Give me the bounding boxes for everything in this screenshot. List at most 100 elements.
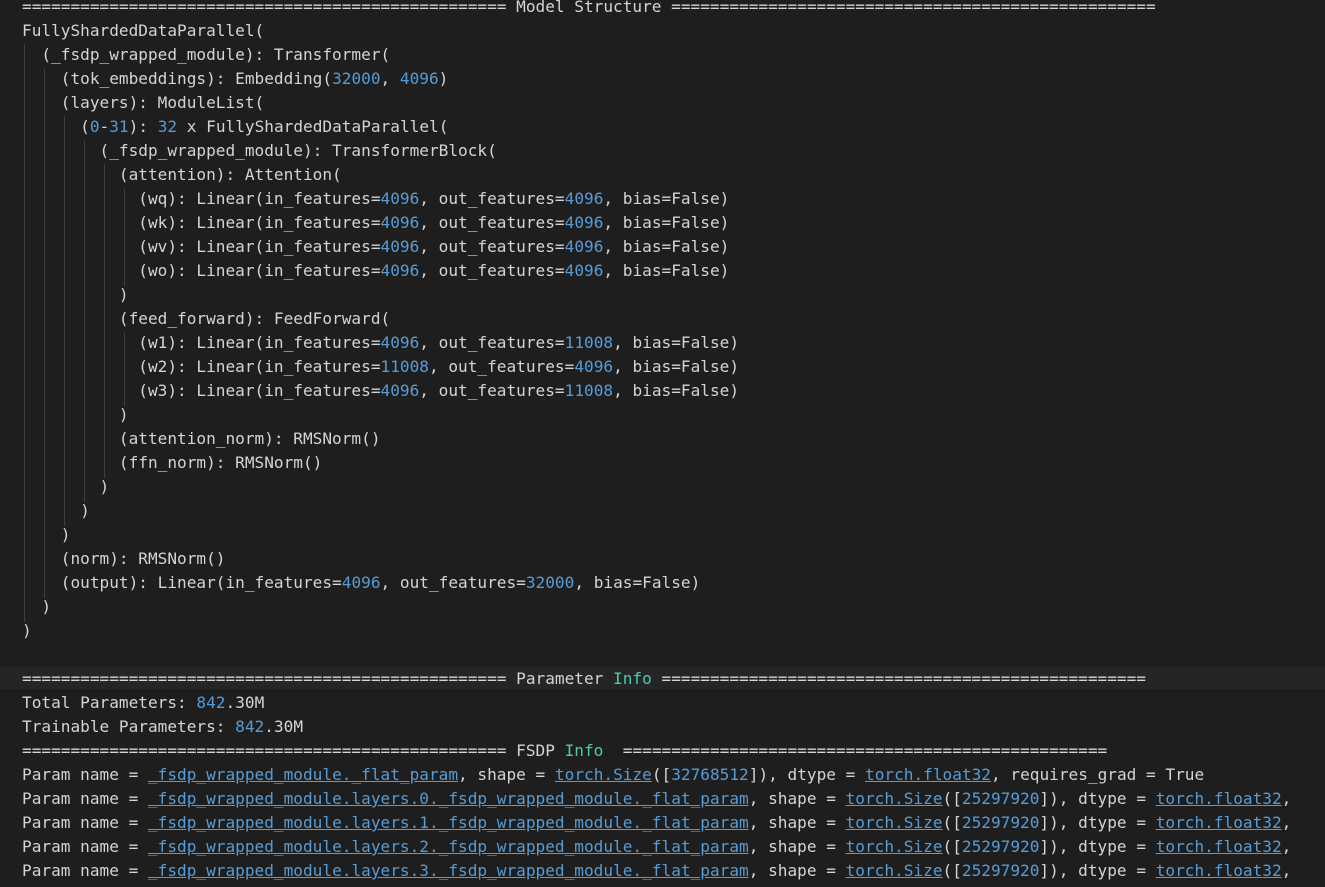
link-text[interactable]: torch.float32 bbox=[1156, 813, 1282, 832]
link-text[interactable]: _fsdp_wrapped_module.layers.2._fsdp_wrap… bbox=[148, 837, 749, 856]
text-token: , out_features= bbox=[419, 333, 565, 352]
number-token: 4096 bbox=[380, 213, 420, 232]
text-token: (w3): Linear(in_features= bbox=[22, 381, 381, 400]
text-token: , bias=False) bbox=[603, 261, 730, 280]
number-token: 4096 bbox=[380, 261, 420, 280]
text-token: , out_features= bbox=[419, 381, 565, 400]
link-text[interactable]: torch.Size bbox=[846, 789, 943, 808]
text-token: ========================================… bbox=[22, 0, 1156, 16]
text-token: (_fsdp_wrapped_module): TransformerBlock… bbox=[22, 141, 497, 160]
output-line: (output): Linear(in_features=4096, out_f… bbox=[22, 571, 701, 595]
link-text[interactable]: torch.float32 bbox=[865, 765, 991, 784]
link-text[interactable]: _fsdp_wrapped_module._flat_param bbox=[148, 765, 458, 784]
text-token: (layers): ModuleList( bbox=[22, 93, 265, 112]
terminal-output: ========================================… bbox=[0, 0, 1325, 887]
text-token: , bias=False) bbox=[613, 381, 740, 400]
link-text[interactable]: torch.float32 bbox=[1156, 837, 1282, 856]
output-line: (attention): Attention( bbox=[22, 163, 342, 187]
number-token: 4096 bbox=[399, 69, 439, 88]
output-line: (w1): Linear(in_features=4096, out_featu… bbox=[22, 331, 739, 355]
text-token: (output): Linear(in_features= bbox=[22, 573, 342, 592]
text-token: , bbox=[380, 69, 400, 88]
text-token: (wv): Linear(in_features= bbox=[22, 237, 381, 256]
text-token: , bias=False) bbox=[613, 333, 740, 352]
link-text[interactable]: torch.Size bbox=[846, 837, 943, 856]
output-line: Param name = _fsdp_wrapped_module._flat_… bbox=[22, 763, 1204, 787]
text-token: Info bbox=[613, 669, 652, 688]
text-token: , bbox=[1281, 789, 1292, 808]
text-token: ([ bbox=[651, 765, 672, 784]
text-token: ========================================… bbox=[22, 741, 565, 760]
text-token: (wk): Linear(in_features= bbox=[22, 213, 381, 232]
number-token: 11008 bbox=[564, 381, 614, 400]
output-line: (feed_forward): FeedForward( bbox=[22, 307, 390, 331]
text-token: ]), dtype = bbox=[1039, 861, 1156, 880]
output-line: (wk): Linear(in_features=4096, out_featu… bbox=[22, 211, 729, 235]
text-token: , shape = bbox=[748, 861, 846, 880]
output-line: ) bbox=[22, 595, 51, 619]
number-token: 0 bbox=[89, 117, 100, 136]
link-text[interactable]: _fsdp_wrapped_module.layers.3._fsdp_wrap… bbox=[148, 861, 749, 880]
number-token: 25297920 bbox=[961, 789, 1040, 808]
text-token: Param name = bbox=[22, 837, 148, 856]
text-token: ]), dtype = bbox=[1039, 789, 1156, 808]
text-token: (_fsdp_wrapped_module): Transformer( bbox=[22, 45, 391, 64]
link-text[interactable]: torch.float32 bbox=[1156, 861, 1282, 880]
text-token: (w2): Linear(in_features= bbox=[22, 357, 381, 376]
text-token: FullyShardedDataParallel( bbox=[22, 21, 265, 40]
number-token: 4096 bbox=[341, 573, 381, 592]
text-token: ) bbox=[22, 501, 90, 520]
number-token: 32000 bbox=[525, 573, 575, 592]
link-text[interactable]: torch.Size bbox=[555, 765, 652, 784]
text-token: ]), dtype = bbox=[1039, 837, 1156, 856]
text-token: , bbox=[1281, 837, 1292, 856]
text-token: ) bbox=[22, 477, 110, 496]
text-token: (ffn_norm): RMSNorm() bbox=[22, 453, 323, 472]
link-text[interactable]: torch.Size bbox=[846, 813, 943, 832]
output-line: ) bbox=[22, 475, 110, 499]
text-token: Param name = bbox=[22, 861, 148, 880]
number-token: 11008 bbox=[564, 333, 614, 352]
text-token: (wo): Linear(in_features= bbox=[22, 261, 381, 280]
output-line: (norm): RMSNorm() bbox=[22, 547, 226, 571]
output-line: (layers): ModuleList( bbox=[22, 91, 264, 115]
text-token: ([ bbox=[942, 813, 962, 832]
number-token: 842 bbox=[235, 717, 265, 736]
output-line: (w2): Linear(in_features=11008, out_feat… bbox=[22, 355, 739, 379]
number-token: 842 bbox=[196, 693, 226, 712]
text-token: , out_features= bbox=[419, 189, 565, 208]
output-line: (wo): Linear(in_features=4096, out_featu… bbox=[22, 259, 729, 283]
output-line: FullyShardedDataParallel( bbox=[22, 19, 264, 43]
output-line: (tok_embeddings): Embedding(32000, 4096) bbox=[22, 67, 449, 91]
link-text[interactable]: torch.Size bbox=[846, 861, 943, 880]
text-token: ) bbox=[22, 621, 32, 640]
text-token: ) bbox=[22, 285, 129, 304]
output-line: (ffn_norm): RMSNorm() bbox=[22, 451, 322, 475]
output-line: (wv): Linear(in_features=4096, out_featu… bbox=[22, 235, 729, 259]
number-token: 4096 bbox=[564, 213, 604, 232]
text-token: Param name = bbox=[22, 813, 148, 832]
number-token: 11008 bbox=[380, 357, 429, 376]
link-text[interactable]: _fsdp_wrapped_module.layers.0._fsdp_wrap… bbox=[148, 789, 749, 808]
text-token: ( bbox=[22, 117, 90, 136]
text-token: ========================================… bbox=[603, 741, 1108, 760]
output-line: ) bbox=[22, 523, 71, 547]
text-token: ]), dtype = bbox=[748, 765, 866, 784]
output-line: (attention_norm): RMSNorm() bbox=[22, 427, 381, 451]
output-line: Param name = _fsdp_wrapped_module.layers… bbox=[22, 787, 1291, 811]
number-token: 31 bbox=[109, 117, 129, 136]
text-token: , bbox=[1281, 813, 1292, 832]
output-line: (0-31): 32 x FullyShardedDataParallel( bbox=[22, 115, 448, 139]
text-token: , out_features= bbox=[419, 237, 565, 256]
text-token: Info bbox=[564, 741, 604, 760]
number-token: 32000 bbox=[332, 69, 381, 88]
number-token: 4096 bbox=[574, 357, 614, 376]
text-token: (attention): Attention( bbox=[22, 165, 342, 184]
output-line: (_fsdp_wrapped_module): Transformer( bbox=[22, 43, 390, 67]
text-token: , out_features= bbox=[428, 357, 575, 376]
link-text[interactable]: _fsdp_wrapped_module.layers.1._fsdp_wrap… bbox=[148, 813, 749, 832]
text-token: , shape = bbox=[458, 765, 555, 784]
output-line: (w3): Linear(in_features=4096, out_featu… bbox=[22, 379, 739, 403]
link-text[interactable]: torch.float32 bbox=[1156, 789, 1282, 808]
text-token: (tok_embeddings): Embedding( bbox=[22, 69, 333, 88]
